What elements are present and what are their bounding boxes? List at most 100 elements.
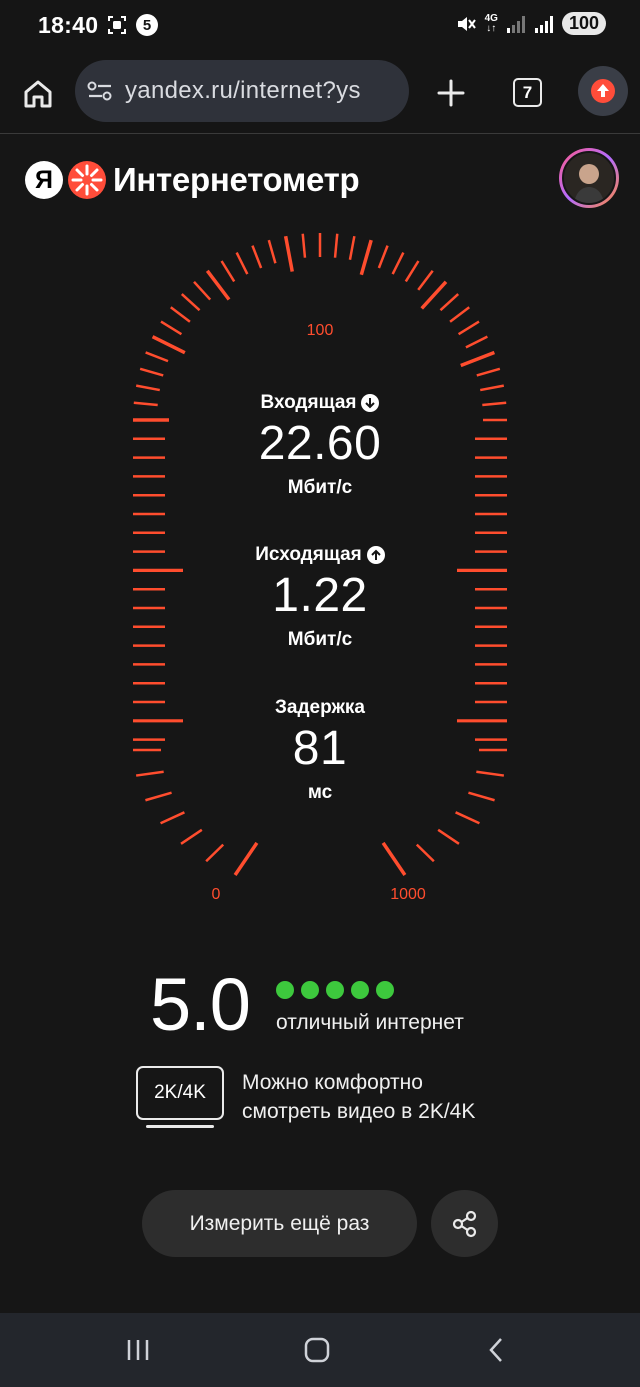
upload-readout: Исходящая 1.22 Мбит/с [170,544,470,651]
gauge-tick [160,320,183,336]
new-tab-button[interactable] [432,74,470,112]
gauge-tick [193,280,212,301]
gauge-tick [460,350,496,368]
rating-dot [276,981,294,999]
latency-readout: Задержка 81 мс [170,697,470,804]
gauge-tick [476,770,505,777]
speed-gauge: 0 100 1000 Входящая 22.60 Мбит/с Исходящ… [0,230,640,930]
recents-button[interactable] [118,1335,158,1365]
internetometer-logo-icon [68,161,106,199]
site-settings-icon[interactable] [87,79,113,103]
status-notification-icons: 5 [106,14,158,36]
rating-dot [326,981,344,999]
network-type-icon: 4G ↓↑ [484,12,498,34]
gauge-tick [449,306,470,323]
gauge-tick [139,367,164,377]
battery-indicator: 100 [561,12,606,35]
browser-toolbar: yandex.ru/internet?ys 7 [0,54,640,134]
gauge-tick [135,384,161,392]
share-button[interactable] [431,1190,498,1257]
status-system-icons: 4G ↓↑ 100 [455,12,606,35]
gauge-tick [348,235,356,261]
back-icon [489,1338,502,1362]
download-value: 22.60 [258,417,382,470]
gauge-tick [468,791,495,802]
recents-icon [127,1340,149,1360]
gauge-tick [235,252,249,275]
gauge-tick [465,335,488,349]
home-button[interactable] [18,74,58,114]
gauge-tick [283,235,294,272]
gauge-tick [457,320,480,336]
gauge-tick [437,828,460,845]
gauge-tick [267,239,277,264]
url-text: yandex.ru/internet?ys [125,77,361,104]
avatar[interactable] [559,148,619,208]
gauge-tick [233,841,259,876]
brand[interactable]: Я Интернетометр [25,160,360,200]
channel-5-icon: 5 [136,14,158,36]
gauge-tick [476,367,501,377]
gauge-tick [381,841,407,876]
quality-badge: 2K/4K [136,1066,224,1120]
gauge-tick [251,245,263,269]
gauge-tick [439,293,460,312]
gauge-tick [415,843,435,863]
home-icon [24,80,52,108]
gauge-label-max: 1000 [390,886,426,903]
upload-label: Исходящая [255,544,362,565]
rating-dot [351,981,369,999]
plus-icon [437,79,465,107]
rating-dot [376,981,394,999]
rating-score: 5.0 [150,963,251,1046]
gauge-tick [145,791,172,802]
status-time: 18:40 [38,12,99,38]
gauge-tick [170,306,191,323]
upload-value: 1.22 [272,569,368,622]
tabs-button[interactable]: 7 [513,78,542,107]
extension-button[interactable] [578,66,628,116]
page-title: Интернетометр [113,161,360,198]
status-bar: 18:40 5 4G ↓↑ 100 [0,0,640,54]
gauge-tick [145,351,169,363]
back-button[interactable] [476,1335,516,1365]
latency-value: 81 [292,722,348,775]
gauge-tick [359,239,373,276]
rating-dots [276,981,394,999]
signal-icon-1 [506,15,525,33]
gauge-tick [180,828,203,845]
system-nav-bar [0,1313,640,1387]
share-icon [452,1210,476,1237]
signal-icon-2 [534,15,553,33]
gauge-tick [417,270,434,291]
gauge-tick [301,233,307,258]
gauge-tick [479,384,505,392]
gauge-tick [135,770,164,777]
measure-again-button[interactable]: Измерить ещё раз [142,1190,417,1257]
gauge-tick [160,811,185,825]
gauge-tick [391,252,405,275]
gauge-label-min: 0 [211,886,221,903]
quality-line-1: Можно комфортно [242,1071,423,1094]
gauge-tick [133,401,158,407]
latency-label: Задержка [275,697,365,718]
quality-description: Можно комфортно смотреть видео в 2K/4K [242,1068,475,1126]
download-label: Входящая [260,392,357,413]
gauge-tick [151,335,186,355]
gauge-tick [220,260,236,283]
home-nav-button[interactable] [297,1335,337,1365]
gauge-tick [404,260,420,283]
gauge-tick [420,280,448,310]
gauge-label-mid: 100 [306,322,334,339]
latency-unit: мс [307,782,333,803]
arrow-up-icon [366,546,385,564]
gauge-tick [205,843,225,863]
gauge-tick [180,293,201,312]
url-bar[interactable]: yandex.ru/internet?ys [75,60,409,122]
gauge-tick [333,233,339,258]
avatar-photo [562,151,616,205]
gauge-tick [205,269,231,301]
download-unit: Мбит/с [287,477,353,498]
rating-text: отличный интернет [276,1011,464,1034]
gauge-tick [377,245,389,269]
